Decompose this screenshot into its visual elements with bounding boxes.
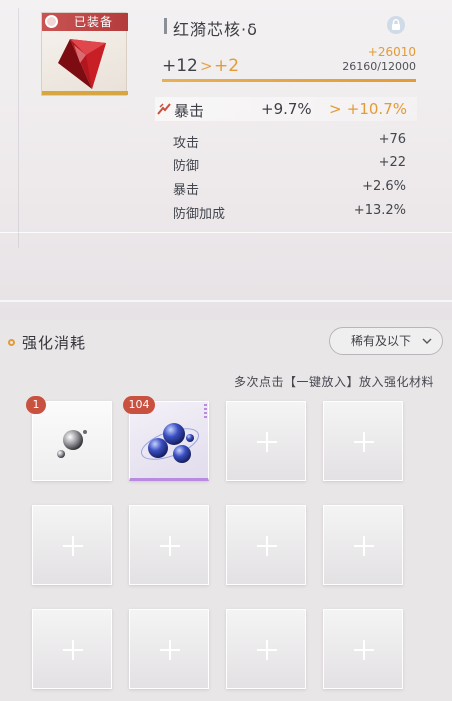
- sub-stat-value: +13.2%: [353, 203, 406, 218]
- rarity-indicator: [204, 404, 207, 418]
- sub-stat-row: 攻击 +76: [173, 132, 408, 152]
- level-current: +12: [162, 56, 198, 76]
- exp-total: 26160/12000: [342, 60, 416, 73]
- plus-icon: [363, 536, 365, 556]
- plus-icon: [363, 432, 365, 452]
- exp-progress-fill: [162, 79, 416, 82]
- sub-stat-row: 暴击 +2.6%: [173, 179, 408, 199]
- empty-material-slot[interactable]: [226, 609, 306, 689]
- empty-material-slot[interactable]: [129, 609, 209, 689]
- section-bullet-icon: [8, 339, 15, 346]
- sub-stat-label: 防御加成: [173, 207, 226, 222]
- count-badge: 104: [123, 396, 155, 414]
- sub-stat-value: +22: [378, 155, 406, 170]
- equipped-label: 已装备: [74, 15, 114, 29]
- rarity-bar: [42, 91, 128, 95]
- sub-stat-row: 防御 +22: [173, 155, 408, 175]
- empty-material-slot[interactable]: [323, 609, 403, 689]
- main-stat-label: 暴击: [174, 102, 205, 120]
- main-stat-row: 暴击 +9.7% > +10.7%: [155, 97, 417, 121]
- chevron-down-icon: [422, 338, 432, 344]
- sub-stat-label: 暴击: [173, 183, 200, 198]
- section-title: 强化消耗: [22, 334, 87, 352]
- count-badge: 1: [26, 396, 46, 414]
- silver-orb-icon: [57, 430, 87, 458]
- plus-icon: [363, 640, 365, 660]
- plus-icon: [169, 640, 171, 660]
- divider-line: [0, 232, 452, 233]
- main-stat-arrow: >: [329, 100, 342, 118]
- item-name: 红漪芯核·δ: [173, 20, 258, 39]
- plus-icon: [72, 640, 74, 660]
- empty-material-slot[interactable]: [32, 505, 112, 585]
- equipped-tag: 已装备: [42, 13, 128, 31]
- empty-material-slot[interactable]: [32, 609, 112, 689]
- empty-material-slot[interactable]: [323, 505, 403, 585]
- item-card[interactable]: 已装备: [41, 12, 128, 96]
- material-slot-silver-orb[interactable]: [32, 401, 112, 481]
- lock-icon[interactable]: [387, 16, 405, 34]
- empty-material-slot[interactable]: [226, 505, 306, 585]
- empty-material-slot[interactable]: [129, 505, 209, 585]
- plus-icon: [266, 536, 268, 556]
- sub-stat-row: 防御加成 +13.2%: [173, 203, 408, 223]
- plus-icon: [169, 536, 171, 556]
- divider-line: [0, 300, 452, 302]
- level-next: +2: [214, 56, 240, 76]
- filter-label: 稀有及以下: [351, 334, 412, 348]
- exp-progress-bar: [162, 79, 416, 82]
- crit-icon: [157, 103, 171, 115]
- name-marker: [164, 18, 167, 34]
- equipped-icon: [45, 15, 58, 28]
- plus-icon: [72, 536, 74, 556]
- empty-material-slot[interactable]: [226, 401, 306, 481]
- left-rule: [18, 8, 19, 248]
- exp-gain: +26010: [367, 45, 416, 59]
- plus-icon: [266, 640, 268, 660]
- rarity-filter-dropdown[interactable]: 稀有及以下: [329, 327, 443, 355]
- sub-stat-value: +76: [378, 132, 406, 147]
- sub-stat-label: 防御: [173, 159, 200, 174]
- red-gem-icon: [58, 39, 106, 89]
- blue-orb-cluster-icon: [141, 423, 199, 463]
- main-stat-next: +10.7%: [346, 100, 407, 118]
- plus-icon: [266, 432, 268, 452]
- sub-stat-value: +2.6%: [362, 179, 406, 194]
- hint-text: 多次点击【一键放入】放入强化材料: [233, 375, 434, 389]
- sub-stat-label: 攻击: [173, 136, 200, 151]
- level-arrow: >: [200, 57, 213, 75]
- empty-material-slot[interactable]: [323, 401, 403, 481]
- main-stat-current: +9.7%: [261, 100, 312, 118]
